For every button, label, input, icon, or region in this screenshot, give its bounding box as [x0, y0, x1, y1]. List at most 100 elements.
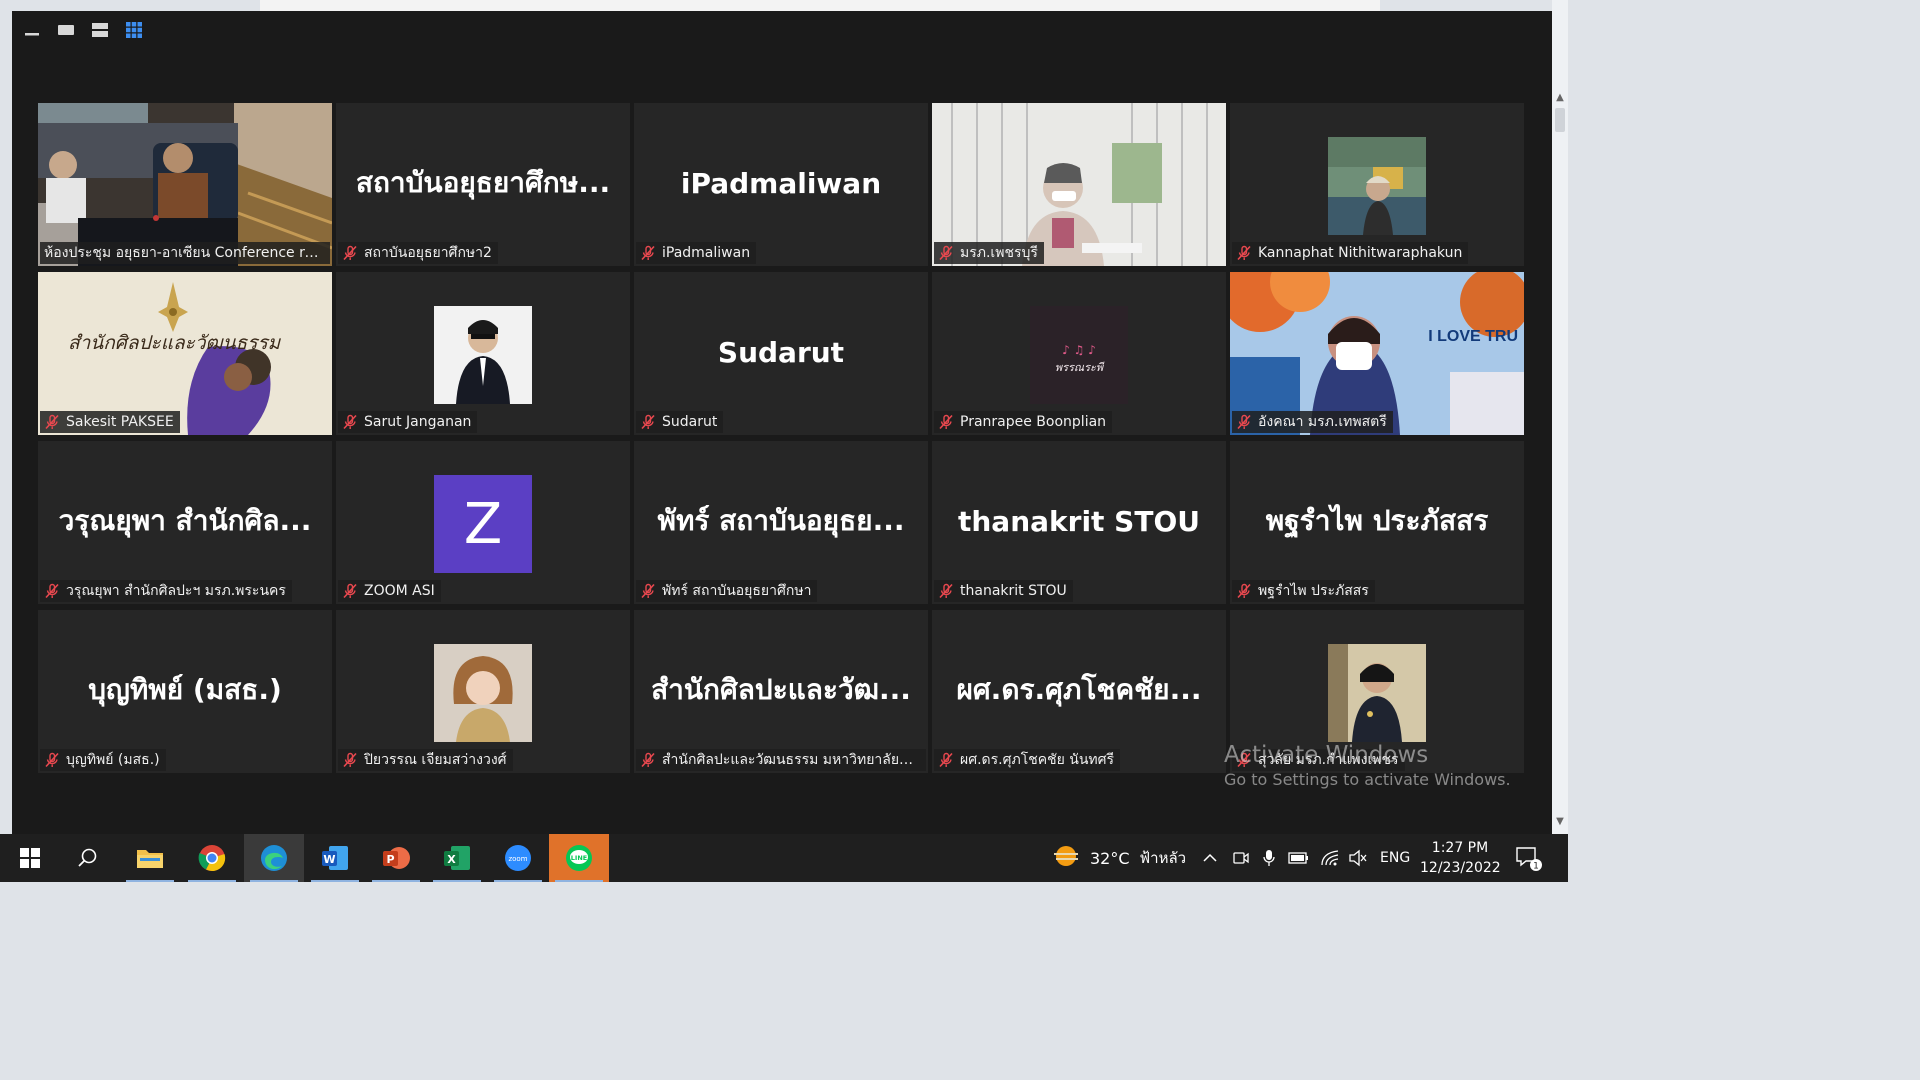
participant-tile[interactable]: สถาบันอยุธยาศึกษ... สถาบันอยุธยาศึกษา2: [336, 103, 630, 266]
scroll-up-arrow[interactable]: ▲: [1552, 92, 1568, 106]
scroll-down-arrow[interactable]: ▼: [1552, 816, 1568, 830]
clock-time: 1:27 PM: [1431, 840, 1489, 856]
chrome-icon[interactable]: [182, 834, 242, 882]
participant-display-name: สถาบันอยุธยาศึกษ...: [355, 165, 611, 199]
volume-muted-icon[interactable]: [1348, 834, 1368, 882]
participant-name: ผศ.ดร.ศุภโชคชัย นันทศรี: [960, 752, 1115, 768]
mic-muted-icon: [45, 583, 59, 599]
svg-text:♪ ♫ ♪: ♪ ♫ ♪: [1062, 343, 1096, 357]
participant-tile[interactable]: พฐรำไพ ประภัสสร พฐรำไพ ประภัสสร: [1230, 441, 1524, 604]
mic-muted-icon: [343, 414, 357, 430]
participant-name-label: สำนักศิลปะและวัฒนธรรม มหาวิทยาลัยราช...: [636, 749, 926, 771]
mic-muted-icon: [939, 752, 953, 768]
search-icon[interactable]: [58, 834, 118, 882]
tru-slogan: I LOVE TRU: [1428, 328, 1518, 345]
battery-icon[interactable]: [1288, 834, 1310, 882]
participant-display-name: วรุณยุพา สำนักศิล...: [58, 503, 312, 537]
participant-name: thanakrit STOU: [960, 583, 1067, 599]
scrollbar-thumb[interactable]: [1555, 108, 1565, 132]
watermark-title: Activate Windows: [1224, 742, 1429, 768]
participant-tile[interactable]: ปิยวรรณ เจียมสว่างวงศ์: [336, 610, 630, 773]
participant-avatar: ♪ ♫ ♪ พรรณระพี: [1030, 306, 1128, 404]
participant-name-label: Sudarut: [636, 411, 724, 433]
participant-tile[interactable]: Sudarut Sudarut: [634, 272, 928, 435]
microphone-icon[interactable]: [1262, 834, 1276, 882]
file-explorer-icon[interactable]: [120, 834, 180, 882]
participant-display-name: บุญทิพย์ (มสธ.): [88, 672, 282, 706]
weather-temp: 32°C: [1090, 848, 1130, 868]
participant-tile[interactable]: ♪ ♫ ♪ พรรณระพี Pranrapee Boonplian: [932, 272, 1226, 435]
participant-tile[interactable]: iPadmaliwan iPadmaliwan: [634, 103, 928, 266]
participant-display-name: iPadmaliwan: [680, 166, 882, 200]
participant-tile[interactable]: พัทร์ สถาบันอยุธย... พัทร์ สถาบันอยุธยาศ…: [634, 441, 928, 604]
participant-name-label: มรภ.เพชรบุรี: [934, 242, 1044, 264]
mic-muted-icon: [939, 245, 953, 261]
participant-name: ZOOM ASI: [364, 583, 435, 599]
participant-tile[interactable]: thanakrit STOU thanakrit STOU: [932, 441, 1226, 604]
participant-tile[interactable]: สำนักศิลปะและวัฒ... สำนักศิลปะและวัฒนธรร…: [634, 610, 928, 773]
wifi-icon[interactable]: [1320, 834, 1340, 882]
participant-name: วรุณยุพา สำนักศิลปะฯ มรภ.พระนคร: [66, 583, 286, 599]
meet-now-icon[interactable]: [1232, 834, 1250, 882]
participant-display-name: Sudarut: [717, 335, 845, 369]
participant-tile[interactable]: ห้องประชุม อยุธยา-อาเซียน Conference roo…: [38, 103, 332, 266]
clock-date: 12/23/2022: [1420, 860, 1501, 876]
participant-name-label: Kannaphat Nithitwaraphakun: [1232, 242, 1469, 264]
powerpoint-icon[interactable]: P: [366, 834, 426, 882]
avatar-initial: Z: [463, 491, 503, 557]
line-icon[interactable]: LINE: [549, 834, 609, 882]
speaker-view-icon[interactable]: [56, 21, 76, 39]
mic-muted-icon: [1237, 414, 1251, 430]
mic-muted-icon: [343, 245, 357, 261]
participant-name-label: ZOOM ASI: [338, 580, 441, 602]
svg-text:LINE: LINE: [571, 854, 587, 862]
mic-muted-icon: [939, 414, 953, 430]
participant-name: Kannaphat Nithitwaraphakun: [1258, 245, 1463, 261]
participant-name-label: พัทร์ สถาบันอยุธยาศึกษา: [636, 580, 818, 602]
system-clock[interactable]: 1:27 PM 12/23/2022: [1420, 838, 1501, 878]
word-icon[interactable]: W: [305, 834, 365, 882]
weather-widget[interactable]: 32°C ฟ้าหลัว: [1052, 834, 1186, 882]
participant-tile[interactable]: วรุณยุพา สำนักศิล... วรุณยุพา สำนักศิลปะ…: [38, 441, 332, 604]
participant-name: Sakesit PAKSEE: [66, 414, 174, 430]
participant-name-label: ห้องประชุม อยุธยา-อาเซียน Conference roo…: [40, 242, 330, 264]
participant-avatar: Z: [434, 475, 532, 573]
show-hidden-icons-chevron-icon[interactable]: [1202, 834, 1218, 882]
minimize-icon[interactable]: [22, 21, 42, 39]
stacked-view-icon[interactable]: [90, 21, 110, 39]
mic-muted-icon: [641, 752, 655, 768]
edge-icon[interactable]: [244, 834, 304, 882]
participant-name-label: iPadmaliwan: [636, 242, 757, 264]
participant-tile[interactable]: Sarut Janganan: [336, 272, 630, 435]
start-icon[interactable]: [0, 834, 60, 882]
participant-tile[interactable]: ผศ.ดร.ศุภโชคชัย... ผศ.ดร.ศุภโชคชัย นันทศ…: [932, 610, 1226, 773]
participant-tile[interactable]: Kannaphat Nithitwaraphakun: [1230, 103, 1524, 266]
logo-text: พรรณระพี: [1054, 361, 1104, 374]
participant-name: ห้องประชุม อยุธยา-อาเซียน Conference roo…: [44, 245, 324, 261]
participant-display-name: ผศ.ดร.ศุภโชคชัย...: [956, 672, 1202, 706]
participant-tile[interactable]: มรภ.เพชรบุรี: [932, 103, 1226, 266]
participant-avatar: [1328, 137, 1426, 235]
gallery-view-icon[interactable]: [124, 21, 144, 39]
svg-text:P: P: [386, 853, 394, 866]
mic-muted-icon: [1237, 583, 1251, 599]
participant-tile[interactable]: สำนักศิลปะและวัฒนธรรม Sakesit PAKSEE: [38, 272, 332, 435]
mic-muted-icon: [343, 752, 357, 768]
mic-muted-icon: [45, 752, 59, 768]
participant-name: สถาบันอยุธยาศึกษา2: [364, 245, 492, 261]
participant-name-label: พฐรำไพ ประภัสสร: [1232, 580, 1375, 602]
zoom-icon[interactable]: zoom: [488, 834, 548, 882]
language-indicator[interactable]: ENG: [1380, 834, 1410, 882]
notification-center-icon[interactable]: 1: [1514, 834, 1544, 882]
participant-tile[interactable]: I LOVE TRU อังคณา มรภ.เทพสตรี: [1230, 272, 1524, 435]
mic-muted-icon: [641, 245, 655, 261]
svg-text:X: X: [447, 853, 456, 866]
mic-muted-icon: [641, 583, 655, 599]
participant-name-label: วรุณยุพา สำนักศิลปะฯ มรภ.พระนคร: [40, 580, 292, 602]
participant-tile[interactable]: บุญทิพย์ (มสธ.) บุญทิพย์ (มสธ.): [38, 610, 332, 773]
participant-name: iPadmaliwan: [662, 245, 751, 261]
participant-tile[interactable]: Z ZOOM ASI: [336, 441, 630, 604]
excel-icon[interactable]: X: [427, 834, 487, 882]
participant-name: บุญทิพย์ (มสธ.): [66, 752, 160, 768]
participant-name-label: สถาบันอยุธยาศึกษา2: [338, 242, 498, 264]
